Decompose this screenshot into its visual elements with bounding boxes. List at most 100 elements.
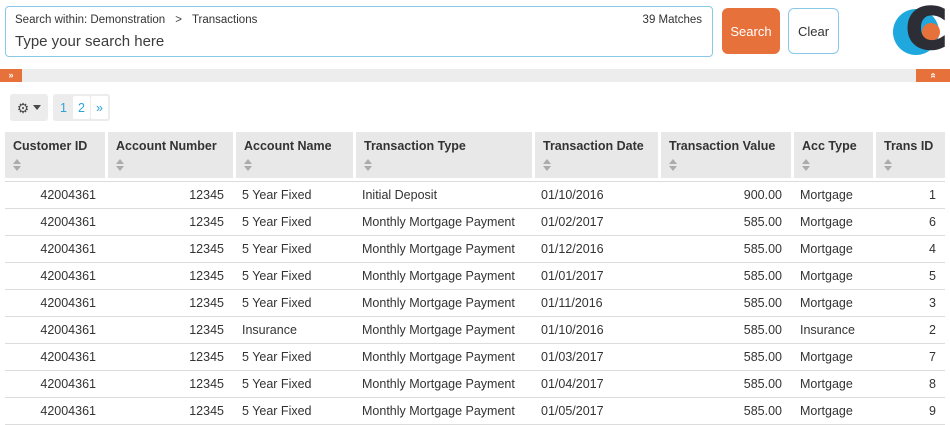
column-header-account-name[interactable]: Account Name xyxy=(233,132,353,181)
cell-transaction-date: 01/11/2016 xyxy=(532,290,658,317)
cell-transaction-type: Monthly Mortgage Payment xyxy=(353,371,532,398)
column-label: Account Number xyxy=(116,139,225,153)
expand-panel-button[interactable]: » xyxy=(0,69,22,82)
sort-asc-icon xyxy=(884,159,892,164)
table-row[interactable]: 42004361123455 Year FixedMonthly Mortgag… xyxy=(5,290,945,317)
sort-icon[interactable] xyxy=(364,159,372,171)
cell-customer-id: 42004361 xyxy=(5,236,105,263)
cell-customer-id: 42004361 xyxy=(5,290,105,317)
page-button-2[interactable]: 2 xyxy=(73,96,90,119)
sort-desc-icon xyxy=(669,166,677,171)
search-panel: Search within: Demonstration > Transaction… xyxy=(5,6,713,57)
cell-account-number: 12345 xyxy=(105,317,233,344)
cell-transaction-value: 585.00 xyxy=(658,317,791,344)
breadcrumb-root[interactable]: Search within: Demonstration xyxy=(15,14,165,26)
column-header-transaction-value[interactable]: Transaction Value xyxy=(658,132,791,181)
cell-transaction-date: 01/01/2017 xyxy=(532,263,658,290)
cell-account-number: 12345 xyxy=(105,236,233,263)
cell-acc-type: Insurance xyxy=(791,317,873,344)
cell-account-number: 12345 xyxy=(105,344,233,371)
cell-transaction-value: 585.00 xyxy=(658,371,791,398)
cell-transaction-value: 585.00 xyxy=(658,398,791,425)
cell-account-number: 12345 xyxy=(105,209,233,236)
settings-menu-button[interactable]: ⚙ xyxy=(10,94,48,121)
cell-transaction-value: 585.00 xyxy=(658,263,791,290)
sort-asc-icon xyxy=(364,159,372,164)
table-header-row: Customer IDAccount NumberAccount NameTra… xyxy=(5,132,945,181)
column-label: Acc Type xyxy=(802,139,865,153)
cell-transaction-type: Monthly Mortgage Payment xyxy=(353,263,532,290)
clear-button[interactable]: Clear xyxy=(788,8,839,54)
table-row[interactable]: 42004361123455 Year FixedMonthly Mortgag… xyxy=(5,398,945,425)
cell-transaction-value: 585.00 xyxy=(658,290,791,317)
app-logo: C xyxy=(893,5,949,59)
cell-transaction-value: 585.00 xyxy=(658,236,791,263)
gear-icon: ⚙ xyxy=(17,101,30,115)
search-input[interactable] xyxy=(15,30,575,52)
table-row[interactable]: 42004361123455 Year FixedInitial Deposit… xyxy=(5,181,945,209)
sort-icon[interactable] xyxy=(244,159,252,171)
cell-account-number: 12345 xyxy=(105,290,233,317)
breadcrumb-current[interactable]: Transactions xyxy=(192,14,257,26)
cell-acc-type: Mortgage xyxy=(791,290,873,317)
cell-account-name: 5 Year Fixed xyxy=(233,209,353,236)
table-row[interactable]: 42004361123455 Year FixedMonthly Mortgag… xyxy=(5,344,945,371)
table-row[interactable]: 4200436112345InsuranceMonthly Mortgage P… xyxy=(5,317,945,344)
cell-trans-id: 8 xyxy=(873,371,945,398)
sort-desc-icon xyxy=(244,166,252,171)
table-row[interactable]: 42004361123455 Year FixedMonthly Mortgag… xyxy=(5,209,945,236)
column-header-trans-id[interactable]: Trans ID xyxy=(873,132,945,181)
cell-transaction-type: Monthly Mortgage Payment xyxy=(353,317,532,344)
cell-account-name: 5 Year Fixed xyxy=(233,344,353,371)
sort-icon[interactable] xyxy=(116,159,124,171)
column-label: Transaction Value xyxy=(669,139,783,153)
sort-asc-icon xyxy=(543,159,551,164)
cell-account-name: 5 Year Fixed xyxy=(233,236,353,263)
cell-transaction-type: Monthly Mortgage Payment xyxy=(353,290,532,317)
transactions-table: Customer IDAccount NumberAccount NameTra… xyxy=(5,132,945,425)
cell-customer-id: 42004361 xyxy=(5,181,105,209)
cell-account-name: Insurance xyxy=(233,317,353,344)
cell-transaction-date: 01/03/2017 xyxy=(532,344,658,371)
sort-icon[interactable] xyxy=(884,159,892,171)
cell-customer-id: 42004361 xyxy=(5,371,105,398)
cell-acc-type: Mortgage xyxy=(791,236,873,263)
double-chevron-up-icon: » xyxy=(927,73,940,79)
cell-account-number: 12345 xyxy=(105,398,233,425)
sort-icon[interactable] xyxy=(13,159,21,171)
cell-trans-id: 1 xyxy=(873,181,945,209)
column-header-transaction-type[interactable]: Transaction Type xyxy=(353,132,532,181)
table-row[interactable]: 42004361123455 Year FixedMonthly Mortgag… xyxy=(5,263,945,290)
cell-transaction-date: 01/04/2017 xyxy=(532,371,658,398)
cell-customer-id: 42004361 xyxy=(5,209,105,236)
column-header-acc-type[interactable]: Acc Type xyxy=(791,132,873,181)
table-row[interactable]: 42004361123455 Year FixedMonthly Mortgag… xyxy=(5,371,945,398)
sort-icon[interactable] xyxy=(543,159,551,171)
cell-acc-type: Mortgage xyxy=(791,344,873,371)
pagination: 1 2 » xyxy=(53,94,110,121)
collapse-panel-button[interactable]: » xyxy=(916,69,950,82)
cell-trans-id: 3 xyxy=(873,290,945,317)
page-button-1[interactable]: 1 xyxy=(55,96,72,119)
column-label: Transaction Date xyxy=(543,139,650,153)
cell-account-name: 5 Year Fixed xyxy=(233,263,353,290)
double-chevron-right-icon: » xyxy=(8,70,13,80)
search-button[interactable]: Search xyxy=(722,8,780,54)
sort-icon[interactable] xyxy=(669,159,677,171)
cell-account-number: 12345 xyxy=(105,263,233,290)
next-page-button[interactable]: » xyxy=(91,96,108,119)
cell-transaction-date: 01/02/2017 xyxy=(532,209,658,236)
column-header-transaction-date[interactable]: Transaction Date xyxy=(532,132,658,181)
breadcrumb-separator: > xyxy=(175,14,182,26)
table-row[interactable]: 42004361123455 Year FixedMonthly Mortgag… xyxy=(5,236,945,263)
sort-desc-icon xyxy=(884,166,892,171)
sort-icon[interactable] xyxy=(802,159,810,171)
sort-desc-icon xyxy=(802,166,810,171)
column-header-customer-id[interactable]: Customer ID xyxy=(5,132,105,181)
sort-asc-icon xyxy=(13,159,21,164)
cell-transaction-value: 900.00 xyxy=(658,181,791,209)
cell-trans-id: 5 xyxy=(873,263,945,290)
column-header-account-number[interactable]: Account Number xyxy=(105,132,233,181)
match-count: 39 Matches xyxy=(643,14,702,26)
cell-customer-id: 42004361 xyxy=(5,263,105,290)
